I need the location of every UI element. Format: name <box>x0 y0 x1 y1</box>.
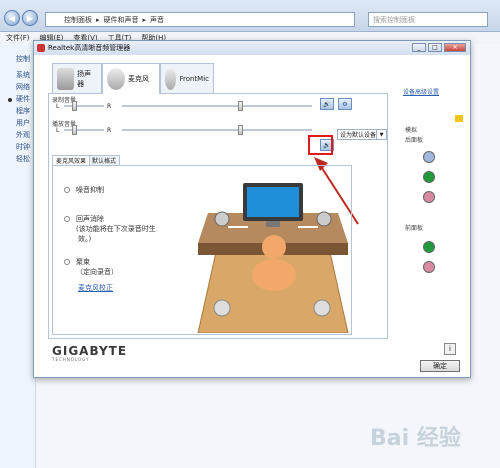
recording-volume-track <box>122 105 312 107</box>
breadcrumb-1[interactable]: 控制面板 <box>64 15 92 25</box>
search-input[interactable]: 搜索控制面板 <box>368 12 488 27</box>
folder-icon[interactable] <box>455 115 463 122</box>
recording-balance-slider[interactable] <box>72 101 77 111</box>
minimize-button[interactable]: _ <box>412 43 426 52</box>
jack-pink-icon[interactable] <box>423 191 435 203</box>
info-button[interactable]: i <box>444 343 456 355</box>
chevron-down-icon: ▼ <box>376 130 386 139</box>
maximize-button[interactable]: □ <box>428 43 442 52</box>
gigabyte-tagline: TECHNOLOGY <box>52 357 90 362</box>
echo-cancel-label: 回声消除 <box>76 215 104 223</box>
beamforming-note: （定向录音） <box>76 268 118 276</box>
microphone-icon <box>107 68 125 90</box>
ok-button[interactable]: 确定 <box>420 360 460 372</box>
tab-microphone-label: 麦克风 <box>128 75 149 83</box>
left-item[interactable]: 系统 <box>16 70 30 80</box>
advanced-settings-link[interactable]: 设备高级设置 <box>403 87 439 96</box>
mic-boost-icon[interactable]: ⚙ <box>338 98 352 110</box>
beamforming-label: 聚束 <box>76 258 90 266</box>
balance-left-label: L <box>56 103 60 110</box>
left-item[interactable]: 控制 <box>16 54 30 64</box>
tab-microphone[interactable]: 麦克风 <box>102 63 160 94</box>
address-bar[interactable]: 控制面板 ▸ 硬件和声音 ▸ 声音 <box>45 12 355 27</box>
noise-suppression-label: 噪音抑制 <box>76 186 104 194</box>
front-panel-label: 前面板 <box>405 225 424 232</box>
tab-speakers[interactable]: 扬声器 <box>52 63 102 93</box>
back-icon[interactable]: ◀ <box>4 10 20 26</box>
recording-balance-track <box>64 105 104 107</box>
jack-blue-icon[interactable] <box>423 151 435 163</box>
dialog-titlebar: Realtek高清晰音频管理器 _ □ ✕ <box>34 41 470 55</box>
tab-speakers-label: 扬声器 <box>77 69 92 88</box>
dialog-title: Realtek高清晰音频管理器 <box>48 44 131 52</box>
balance-right-label: R <box>107 103 112 110</box>
breadcrumb-2[interactable]: 硬件和声音 <box>104 15 139 25</box>
default-device-label: 设为默认设备 <box>340 132 377 139</box>
playback-volume-slider[interactable] <box>237 125 243 135</box>
front-jack-pink-icon[interactable] <box>423 261 435 273</box>
left-item[interactable]: 轻松 <box>16 154 30 164</box>
tab-frontmic-label: FrontMic <box>179 74 209 83</box>
echo-cancel-radio[interactable] <box>64 216 70 222</box>
watermark: Bai 经验 <box>370 426 461 451</box>
bullet-icon <box>8 98 12 102</box>
front-jack-green-icon[interactable] <box>423 241 435 253</box>
back-panel-label: 后面板 <box>405 137 424 144</box>
menu-file[interactable]: 文件(F) <box>6 33 30 43</box>
balance-right-label: R <box>107 127 112 134</box>
frontmic-icon <box>165 67 177 90</box>
left-item[interactable]: 硬件 <box>16 94 30 104</box>
playback-balance-track <box>64 129 104 131</box>
explorer-toolbar: ◀ ▶ 控制面板 ▸ 硬件和声音 ▸ 声音 搜索控制面板 <box>0 0 500 32</box>
recording-volume-row: 录制音量 L R 🔊 ⚙ <box>52 95 392 115</box>
beamforming-radio[interactable] <box>64 259 70 265</box>
left-item[interactable]: 外观 <box>16 130 30 140</box>
forward-icon[interactable]: ▶ <box>22 10 38 26</box>
echo-cancel-note-2: 效。) <box>78 235 92 243</box>
left-item[interactable]: 程序 <box>16 106 30 116</box>
tab-frontmic[interactable]: FrontMic <box>160 63 214 93</box>
jack-pane: 设备高级设置 模拟 后面板 前面板 <box>399 73 469 357</box>
mute-speaker-icon[interactable]: 🔊 <box>320 98 334 110</box>
analog-label: 模拟 <box>405 127 418 134</box>
jack-green-icon[interactable] <box>423 171 435 183</box>
dialog-content: 扬声器 麦克风 FrontMic 录制音量 L R 🔊 ⚙ 播放音量 L R 🔊… <box>38 57 469 357</box>
default-device-select[interactable]: 设为默认设备 ▼ <box>337 129 387 140</box>
left-item[interactable]: 用户 <box>16 118 30 128</box>
left-item[interactable]: 时钟 <box>16 142 30 152</box>
tab-mic-effects[interactable]: 麦克风效果 <box>52 155 91 165</box>
speaker-icon <box>57 67 75 90</box>
tab-default-format[interactable]: 默认格式 <box>88 155 121 165</box>
breadcrumb-3[interactable]: 声音 <box>150 15 164 25</box>
mic-calibration-link[interactable]: 麦克风校正 <box>78 283 113 293</box>
desk-scene-illustration <box>197 183 349 333</box>
close-button[interactable]: ✕ <box>444 43 466 52</box>
gigabyte-logo: GIGABYTE <box>52 344 128 358</box>
balance-left-label: L <box>56 127 60 134</box>
playback-balance-slider[interactable] <box>72 125 77 135</box>
recording-volume-slider[interactable] <box>237 101 243 111</box>
noise-suppression-radio[interactable] <box>64 187 70 193</box>
realtek-icon <box>37 44 45 52</box>
playback-volume-track <box>122 129 312 131</box>
echo-cancel-note: (该功能将在下次录音时生 <box>76 225 156 233</box>
explorer-left-pane: 控制 系统 网络 硬件 程序 用户 外观 时钟 轻松 <box>0 44 36 468</box>
left-item[interactable]: 网络 <box>16 82 30 92</box>
realtek-dialog: Realtek高清晰音频管理器 _ □ ✕ 扬声器 麦克风 FrontMic 录… <box>33 40 471 378</box>
